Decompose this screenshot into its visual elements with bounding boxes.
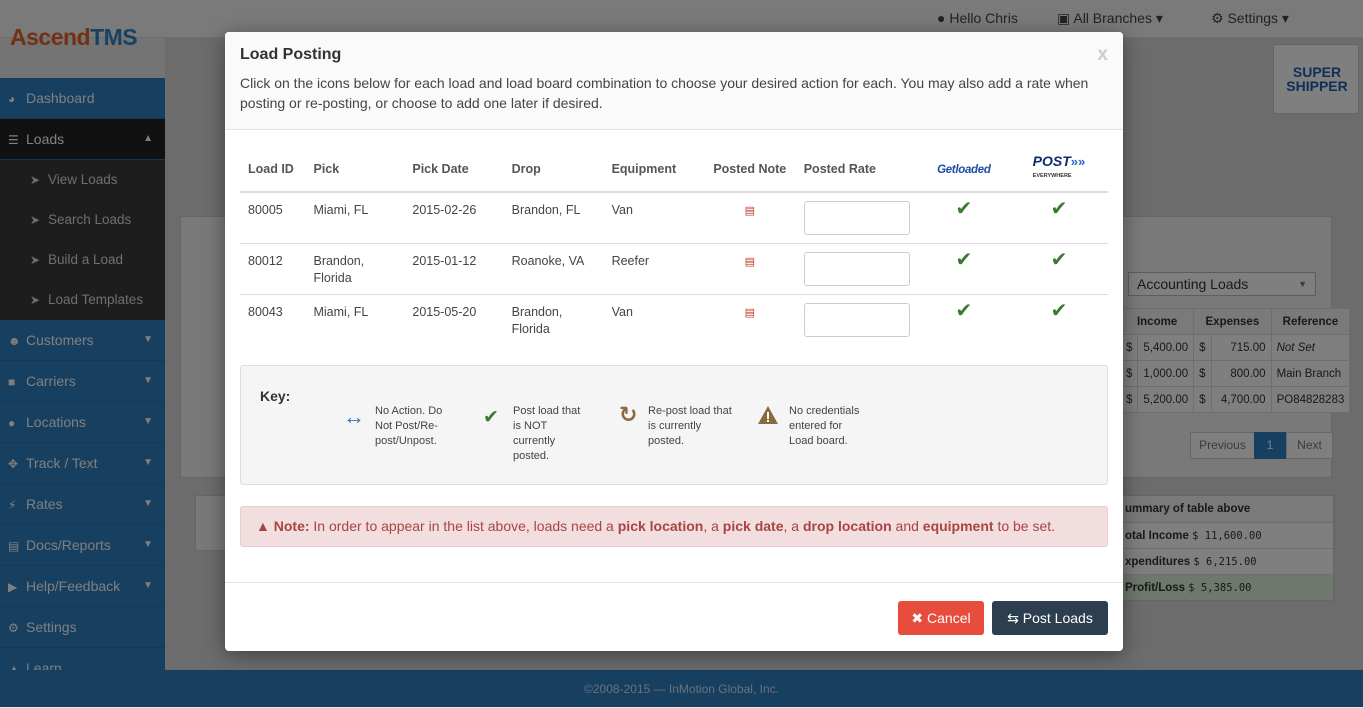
- file-text-icon[interactable]: ▤: [745, 205, 755, 217]
- column-header-drop: Drop: [503, 147, 604, 193]
- close-icon: ✖: [911, 610, 928, 626]
- warning-icon: ▲: [256, 518, 270, 534]
- close-icon[interactable]: x: [1097, 44, 1108, 66]
- key-title: Key:: [260, 388, 291, 404]
- refresh-icon: ↻: [619, 402, 638, 427]
- column-header-posted-note: Posted Note: [703, 147, 796, 193]
- posted-rate-input[interactable]: [803, 302, 910, 337]
- post-everywhere-logo[interactable]: POST»» EVERYWHERE: [1009, 147, 1108, 193]
- chevrons-right-icon: »»: [1070, 154, 1086, 169]
- check-icon[interactable]: ✔: [1051, 249, 1068, 271]
- column-header-pick-date: Pick Date: [404, 147, 504, 193]
- posted-rate-input[interactable]: [803, 201, 910, 235]
- file-text-icon[interactable]: ▤: [745, 307, 755, 319]
- check-icon[interactable]: ✔: [1051, 300, 1068, 322]
- check-icon[interactable]: ✔: [1051, 198, 1068, 220]
- cancel-button[interactable]: ✖ Cancel: [898, 601, 984, 635]
- posted-rate-input[interactable]: [803, 251, 910, 286]
- load-posting-table: Load ID Pick Pick Date Drop Equipment Po…: [240, 147, 1108, 345]
- load-posting-modal: Load Posting x Click on the icons below …: [225, 32, 1123, 651]
- column-header-load-id: Load ID: [240, 147, 306, 193]
- post-loads-button[interactable]: ⇆ Post Loads: [992, 601, 1108, 635]
- modal-title: Load Posting: [240, 46, 342, 63]
- key-no-credentials: No credentials entered for Load board.: [789, 405, 860, 447]
- legend-key: Key: ↔ No Action. Do Not Post/Re-post/Un…: [240, 365, 1108, 485]
- table-row: 80005 Miami, FL 2015-02-26 Brandon, FL V…: [240, 191, 1108, 243]
- getloaded-logo[interactable]: Getloaded: [917, 147, 1010, 193]
- column-header-posted-rate: Posted Rate: [795, 147, 918, 193]
- check-icon[interactable]: ✔: [955, 249, 972, 271]
- table-row: 80043 Miami, FL 2015-05-20 Brandon, Flor…: [240, 293, 1108, 345]
- key-post: Post load that is NOT currently posted.: [513, 405, 581, 462]
- retweet-icon: ⇆: [1007, 610, 1023, 626]
- column-header-pick: Pick: [305, 147, 405, 193]
- file-text-icon[interactable]: ▤: [745, 256, 755, 268]
- key-repost: Re-post load that is currently posted.: [648, 405, 732, 447]
- arrows-h-icon: ↔: [343, 404, 365, 429]
- column-header-equipment: Equipment: [603, 147, 704, 193]
- check-icon: ✔: [483, 407, 499, 428]
- key-no-action: No Action. Do Not Post/Re-post/Unpost.: [375, 405, 443, 447]
- modal-description: Click on the icons below for each load a…: [240, 75, 1089, 111]
- check-icon[interactable]: ✔: [955, 198, 972, 220]
- check-icon[interactable]: ✔: [955, 300, 972, 322]
- modal-header: Load Posting x Click on the icons below …: [225, 32, 1123, 130]
- warning-icon: [758, 406, 778, 424]
- table-row: 80012 Brandon, Florida 2015-01-12 Roanok…: [240, 242, 1108, 294]
- note-alert: ▲ Note: In order to appear in the list a…: [240, 506, 1108, 547]
- modal-footer: ✖ Cancel ⇆ Post Loads: [225, 582, 1123, 651]
